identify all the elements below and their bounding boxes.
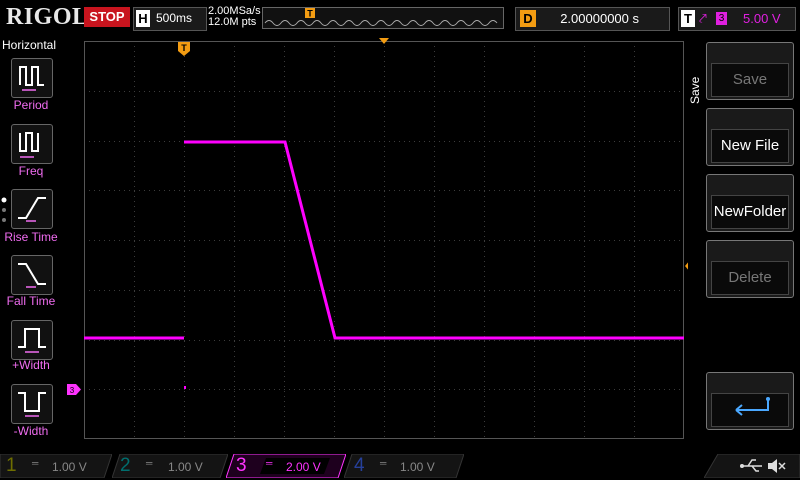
ch3-scale: 2.00 V xyxy=(286,460,321,474)
rise-time-label: Rise Time xyxy=(4,230,58,244)
trigger-slope-icon: ⤤ xyxy=(699,10,707,26)
ch4-scale: 1.00 V xyxy=(400,460,435,474)
fall-time-label: Fall Time xyxy=(6,294,56,308)
delay-box[interactable]: D 2.00000000 s xyxy=(515,7,670,31)
ch2-scale: 1.00 V xyxy=(168,460,203,474)
trigger-position-marker[interactable]: T xyxy=(178,42,190,56)
ch1-scale: 1.00 V xyxy=(52,460,87,474)
negative-width-icon xyxy=(18,392,46,417)
delay-label: D xyxy=(520,10,536,27)
return-button[interactable] xyxy=(706,372,794,430)
delete-label: Delete xyxy=(711,261,789,295)
frequency-icon xyxy=(19,132,39,158)
return-button-area xyxy=(711,393,789,427)
return-arrow-icon xyxy=(735,397,770,416)
trigger-label: T xyxy=(681,10,695,27)
timebase-value: 500ms xyxy=(156,11,193,25)
status-icons-tab xyxy=(704,454,800,478)
negative-width-label: -Width xyxy=(13,424,49,438)
page-indicator xyxy=(1,197,7,222)
save-menu-title: Save xyxy=(688,76,702,104)
fall-time-icon xyxy=(18,263,46,288)
new-file-label: New File xyxy=(711,129,789,163)
positive-width-label: +Width xyxy=(12,358,50,372)
ch2-coupling-icon: ═ xyxy=(146,458,153,468)
brand-logo: RIGOL xyxy=(6,4,89,30)
delay-value: 2.00000000 s xyxy=(560,11,639,26)
acquisition-info: 2.00MSa/s 12.0M pts xyxy=(208,6,261,28)
trigger-level: 5.00 V xyxy=(743,11,781,26)
ch3-ground-marker[interactable]: 3 xyxy=(67,384,81,395)
ch1-number: 1 xyxy=(6,455,17,476)
negative-width-button[interactable] xyxy=(11,384,53,424)
positive-width-button[interactable] xyxy=(11,320,53,360)
period-label: Period xyxy=(13,98,49,112)
waveform-overview-strip: T xyxy=(262,7,504,29)
timebase-box[interactable]: H 500ms xyxy=(133,7,207,31)
rise-time-button[interactable] xyxy=(11,189,53,229)
overview-trigger-marker-label: T xyxy=(307,9,313,19)
trigger-box[interactable]: T ⤤ 3 5.00 V xyxy=(678,7,796,31)
positive-width-icon xyxy=(18,328,46,353)
save-button[interactable]: Save xyxy=(706,42,794,100)
delete-button[interactable]: Delete xyxy=(706,240,794,298)
run-stop-indicator[interactable]: STOP xyxy=(84,7,130,27)
ch1-coupling-icon: ═ xyxy=(32,458,39,468)
overview-waveform xyxy=(264,20,498,26)
new-folder-button[interactable]: NewFolder xyxy=(706,174,794,232)
freq-label: Freq xyxy=(18,164,44,178)
fall-time-button[interactable] xyxy=(11,255,53,295)
ch2-number: 2 xyxy=(120,455,131,476)
period-button[interactable] xyxy=(11,58,53,98)
trigger-position-label: T xyxy=(181,43,187,53)
timebase-label: H xyxy=(136,10,150,27)
left-panel-title: Horizontal xyxy=(2,38,57,52)
waveform-display[interactable] xyxy=(84,41,684,439)
period-icon xyxy=(19,66,44,91)
graticule xyxy=(84,41,684,439)
ch3-number: 3 xyxy=(236,455,247,476)
ch3-coupling-icon: ═ xyxy=(266,458,273,468)
ch4-coupling-icon: ═ xyxy=(380,458,387,468)
new-folder-label: NewFolder xyxy=(711,195,789,229)
new-file-button[interactable]: New File xyxy=(706,108,794,166)
trigger-source: 3 xyxy=(716,12,727,25)
ch3-trace-dot xyxy=(184,386,186,389)
save-button-label: Save xyxy=(711,63,789,97)
freq-button[interactable] xyxy=(11,124,53,164)
memory-depth: 12.0M pts xyxy=(208,16,257,28)
ch3-ground-label: 3 xyxy=(70,386,75,395)
center-marker xyxy=(379,38,389,44)
ch4-number: 4 xyxy=(354,455,365,476)
rise-time-icon xyxy=(18,197,46,222)
